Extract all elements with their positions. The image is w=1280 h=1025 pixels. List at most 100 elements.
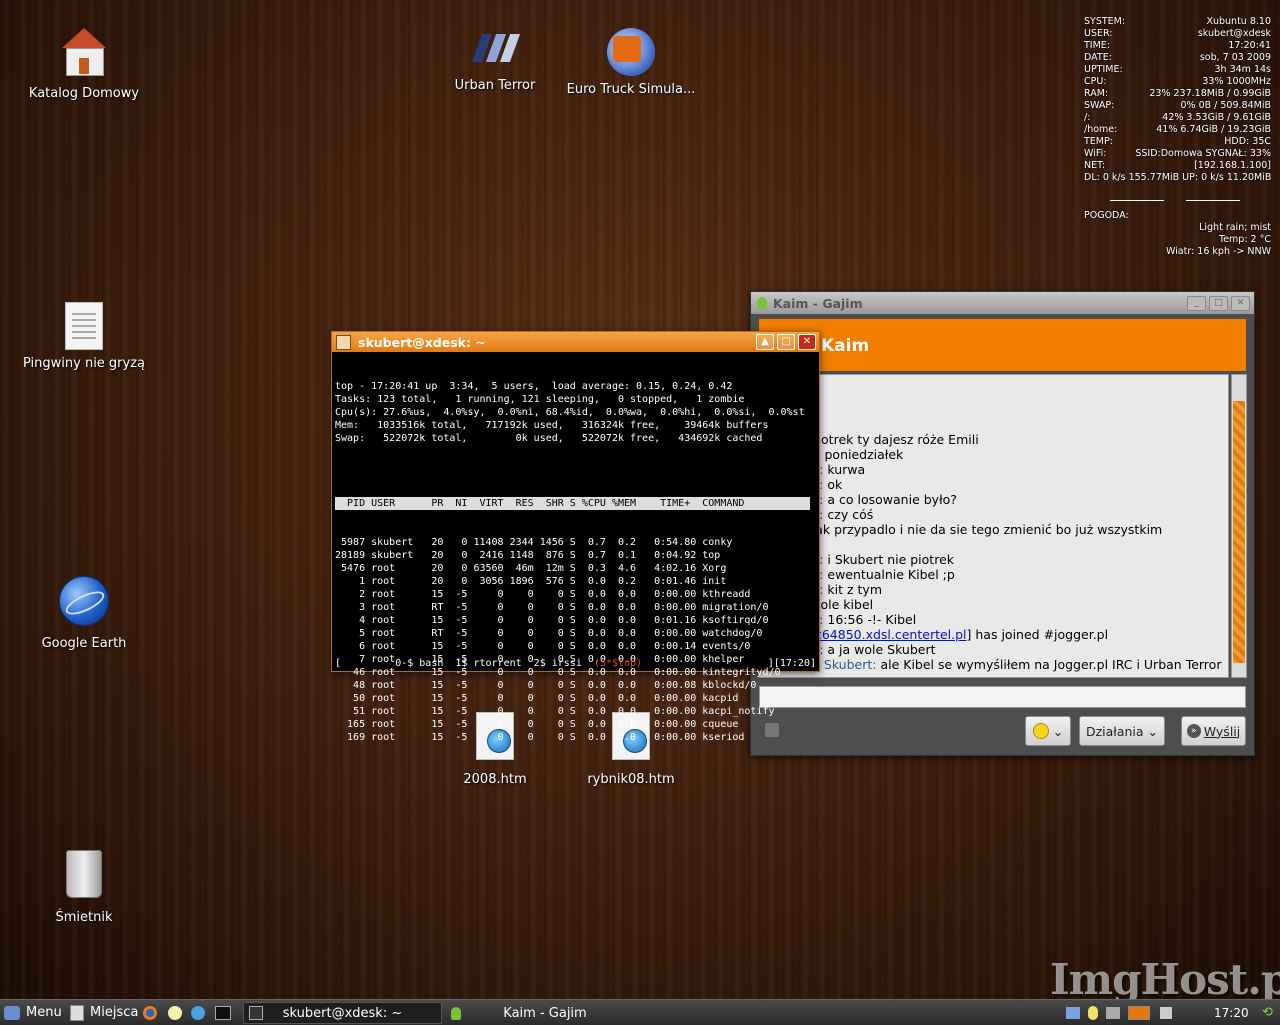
conky-key: TEMP: [1084, 136, 1113, 147]
conky-row: /home: 41% 6.74GiB / 19.23GiB [1084, 124, 1271, 136]
gajim-status-icon [757, 297, 767, 309]
euro-truck-icon [607, 28, 655, 76]
send-button[interactable]: » Wyślij [1181, 716, 1246, 746]
send-label: Wyślij [1203, 723, 1241, 739]
terminal-launcher[interactable] [215, 1000, 231, 1025]
conky-value: 3h 34m 14s [1214, 64, 1272, 75]
conky-key: WiFi: [1084, 148, 1107, 159]
conky-value: [192.168.1.100] [1194, 160, 1271, 171]
emoticon-button[interactable]: ⌄ [1025, 716, 1071, 746]
desktop-icon-label: 2008.htm [463, 772, 527, 787]
network-signal-icon [1066, 1006, 1080, 1019]
firefox-launcher[interactable] [143, 1000, 157, 1025]
logout-button[interactable]: ⟲ [1262, 1000, 1273, 1025]
chat-history[interactable]: kubert: kubert: aim: 3] Kaim: Piotrek ty… [759, 374, 1229, 678]
bulb-launcher[interactable] [168, 1000, 182, 1025]
desktop-icon-trash[interactable]: Śmietnik [9, 850, 159, 925]
shade-icon[interactable]: ▲ [756, 334, 774, 350]
conky-row: NET: [192.168.1.100] [1084, 160, 1271, 172]
message-text: 16:56 -!- Kibel [823, 612, 917, 627]
conky-row: DATE: sob, 7 03 2009 [1084, 52, 1271, 64]
conky-row: UPTIME: 3h 34m 14s [1084, 64, 1271, 76]
conky-value: sob, 7 03 2009 [1199, 52, 1271, 63]
chat-message: 5] Kaim: w poniedziałek [760, 447, 1228, 462]
message-text: kit z tym [823, 582, 882, 597]
process-row: 5987 skubert 20 0 11408 2344 1456 S 0.7 … [335, 537, 733, 548]
desktop-icon-urban-terror[interactable]: Urban Terror [420, 28, 570, 93]
message-nick: Skubert: [823, 657, 877, 672]
close-icon[interactable]: ✕ [798, 334, 816, 350]
conky-net-graph [1084, 188, 1271, 210]
desktop-icon-euro-truck[interactable]: Euro Truck Simula... [556, 28, 706, 97]
chat-message: 4] Skubert: ok [760, 477, 1228, 492]
smiley-icon [1032, 723, 1049, 739]
minimize-icon[interactable]: _ [1187, 295, 1206, 311]
taskbar-task-terminal[interactable]: skubert@xdesk: ~ [243, 1002, 442, 1024]
desktop-icon-label: Euro Truck Simula... [566, 82, 696, 97]
chevron-down-icon: ⌄ [1147, 723, 1159, 739]
chat-sys-line: kubert: [760, 385, 1228, 398]
terminal-titlebar[interactable]: skubert@xdesk: ~ ▲ □ ✕ [332, 332, 819, 352]
actions-button[interactable]: Działania ⌄ [1079, 716, 1165, 746]
weather-condition: Light rain; mist [1199, 222, 1271, 233]
chat-message: 3] Skubert: 16:56 -!- Kibel [760, 612, 1228, 627]
close-icon[interactable]: ✕ [1231, 295, 1250, 311]
desktop-icon-text-file[interactable]: Pingwiny nie gryzą [9, 302, 159, 371]
message-input[interactable] [759, 686, 1246, 708]
conky-value: 42% 3.53GiB / 9.61GiB [1162, 112, 1271, 123]
terminal-line: top - 17:20:41 up 3:34, 5 users, load av… [335, 381, 733, 392]
conky-row: SWAP: 0% 0B / 509.84MiB [1084, 100, 1271, 112]
chat-message: 4] Kaim: wole kibel [760, 597, 1228, 612]
desktop-icon-label: Urban Terror [454, 78, 536, 93]
terminal-output[interactable]: top - 17:20:41 up 3:34, 5 users, load av… [332, 352, 819, 772]
tray-icon [1106, 1006, 1120, 1019]
screen-window-list: [ 0-$ bash 1$ rtorrent 2$ irssi [335, 658, 594, 669]
process-row: 50 root 15 -5 0 0 0 S 0.0 0.0 0:00.00 ka… [335, 693, 739, 704]
desktop-icon-label: Katalog Domowy [28, 86, 140, 101]
conky-value: 33% 1000MHz [1202, 76, 1271, 87]
tray-bulb-icon [1088, 1005, 1098, 1020]
gajim-chat-window[interactable]: Kaim - Gajim _ □ ✕ Kaim kubert: kubert: … [750, 291, 1255, 756]
conky-row: SYSTEM: Xubuntu 8.10 [1084, 16, 1271, 28]
conky-value: 23% 237.18MiB / 0.99GiB [1149, 88, 1271, 99]
terminal-title: skubert@xdesk: ~ [358, 334, 486, 350]
chat-message: 9] Skubert: kit z tym [760, 582, 1228, 597]
conky-key: /: [1084, 112, 1091, 123]
clock-label: 17:20 [1214, 1005, 1249, 1020]
menu-button[interactable]: Menu [4, 1000, 62, 1025]
chat-message: 0] Skubert: kurwa [760, 462, 1228, 477]
conky-key: CPU: [1084, 76, 1107, 87]
home-folder-icon [60, 28, 108, 80]
gajim-window-title: Kaim - Gajim [773, 295, 863, 311]
system-tray[interactable] [1066, 1000, 1182, 1025]
battery-icon [1128, 1005, 1150, 1020]
gajim-titlebar[interactable]: Kaim - Gajim _ □ ✕ [751, 292, 1254, 314]
places-label: Miejsca [90, 1005, 139, 1020]
desktop-icon-home-folder[interactable]: Katalog Domowy [9, 28, 159, 101]
conky-system-monitor: SYSTEM: Xubuntu 8.10 USER: skubert@xdesk TIM… [1084, 16, 1271, 258]
firefox-icon [143, 1005, 157, 1020]
maximize-icon[interactable]: □ [1209, 295, 1228, 311]
join-notice: ] has joined #jogger.pl [966, 627, 1109, 642]
places-button[interactable]: Miejsca [70, 1000, 138, 1025]
message-text: a ja wole Skubert [823, 642, 936, 657]
task-label: skubert@xdesk: ~ [282, 1005, 403, 1021]
conky-value: SSID:Domowa SYGNAŁ: 33% [1135, 148, 1271, 159]
conky-row: TIME: 17:20:41 [1084, 40, 1271, 52]
chat-message: 4] Skubert: ewentualnie Kibel ;p [760, 567, 1228, 582]
desktop-icon-google-earth[interactable]: Google Earth [9, 576, 159, 651]
conky-key: DATE: [1084, 52, 1112, 63]
chat-scrollbar[interactable] [1231, 374, 1247, 678]
media-launcher[interactable] [191, 1000, 205, 1025]
conky-key: /home: [1084, 124, 1118, 135]
terminal-line: Mem: 1033516k total, 717192k used, 31632… [335, 420, 769, 431]
taskbar-task-gajim[interactable]: Kaim - Gajim [444, 1002, 646, 1024]
terminal-window[interactable]: skubert@xdesk: ~ ▲ □ ✕ top - 17:20:41 up… [331, 331, 820, 743]
lightbulb-icon [168, 1005, 182, 1020]
maximize-icon[interactable]: □ [777, 334, 795, 350]
process-row: 51 root 15 -5 0 0 0 S 0.0 0.0 0:00.00 ka… [335, 706, 775, 717]
places-icon [70, 1004, 84, 1021]
clock[interactable]: 17:20 [1214, 1000, 1249, 1025]
